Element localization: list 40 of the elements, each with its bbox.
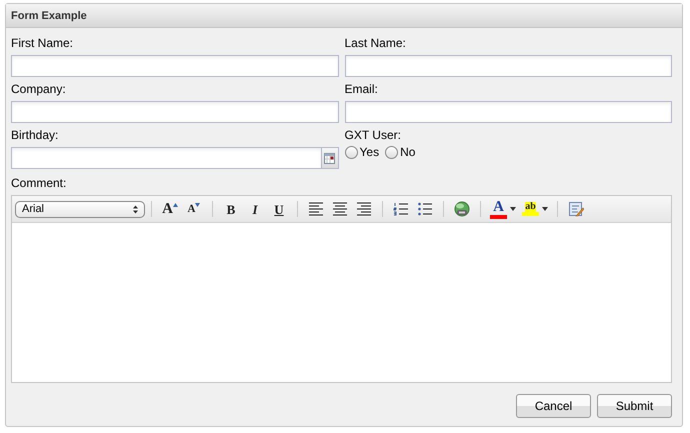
field-label: Comment: bbox=[11, 176, 68, 190]
align-right-icon bbox=[356, 201, 372, 217]
color-button[interactable]: ab bbox=[519, 202, 551, 216]
font-select[interactable]: Arial bbox=[15, 200, 145, 218]
bold-button[interactable]: B bbox=[219, 199, 243, 219]
date-picker-button[interactable] bbox=[322, 147, 338, 169]
field-label: Birthday: bbox=[11, 128, 58, 142]
triangle-icon bbox=[172, 203, 178, 207]
source-icon bbox=[568, 201, 584, 217]
field-label: Company: bbox=[11, 82, 66, 96]
text-field[interactable] bbox=[11, 101, 338, 123]
align-left-icon bbox=[308, 201, 324, 217]
radio-option[interactable]: No bbox=[385, 143, 416, 161]
ordered-list-icon bbox=[393, 201, 409, 217]
bullet-list-icon bbox=[417, 201, 433, 217]
text-field[interactable] bbox=[11, 55, 338, 77]
form-button[interactable]: Cancel bbox=[516, 394, 591, 418]
grow-font-button[interactable]: A bbox=[158, 199, 182, 219]
text-field[interactable] bbox=[344, 55, 672, 77]
form-button[interactable]: Submit bbox=[597, 394, 672, 418]
caret-icon bbox=[542, 207, 548, 211]
align-center-icon bbox=[332, 201, 348, 217]
caret-icon bbox=[510, 207, 516, 211]
field-label: GXT User: bbox=[344, 128, 401, 142]
italic-button[interactable]: I bbox=[243, 199, 267, 219]
updown-icon bbox=[133, 204, 138, 214]
date-field[interactable] bbox=[11, 147, 322, 169]
radio-button[interactable] bbox=[385, 146, 398, 158]
text-field[interactable] bbox=[344, 101, 672, 123]
calendar-icon bbox=[324, 152, 335, 164]
color-button[interactable]: A bbox=[487, 200, 519, 218]
field-label: Last Name: bbox=[344, 36, 406, 50]
shrink-font-button[interactable]: A bbox=[182, 199, 206, 219]
underline-button[interactable]: U bbox=[267, 199, 291, 219]
field-label: First Name: bbox=[11, 36, 74, 50]
radio-button[interactable] bbox=[344, 146, 358, 158]
panel-title: Form Example bbox=[11, 9, 87, 23]
triangle-icon bbox=[195, 203, 200, 207]
radio-option[interactable]: Yes bbox=[344, 143, 380, 161]
field-label: Email: bbox=[344, 82, 378, 96]
